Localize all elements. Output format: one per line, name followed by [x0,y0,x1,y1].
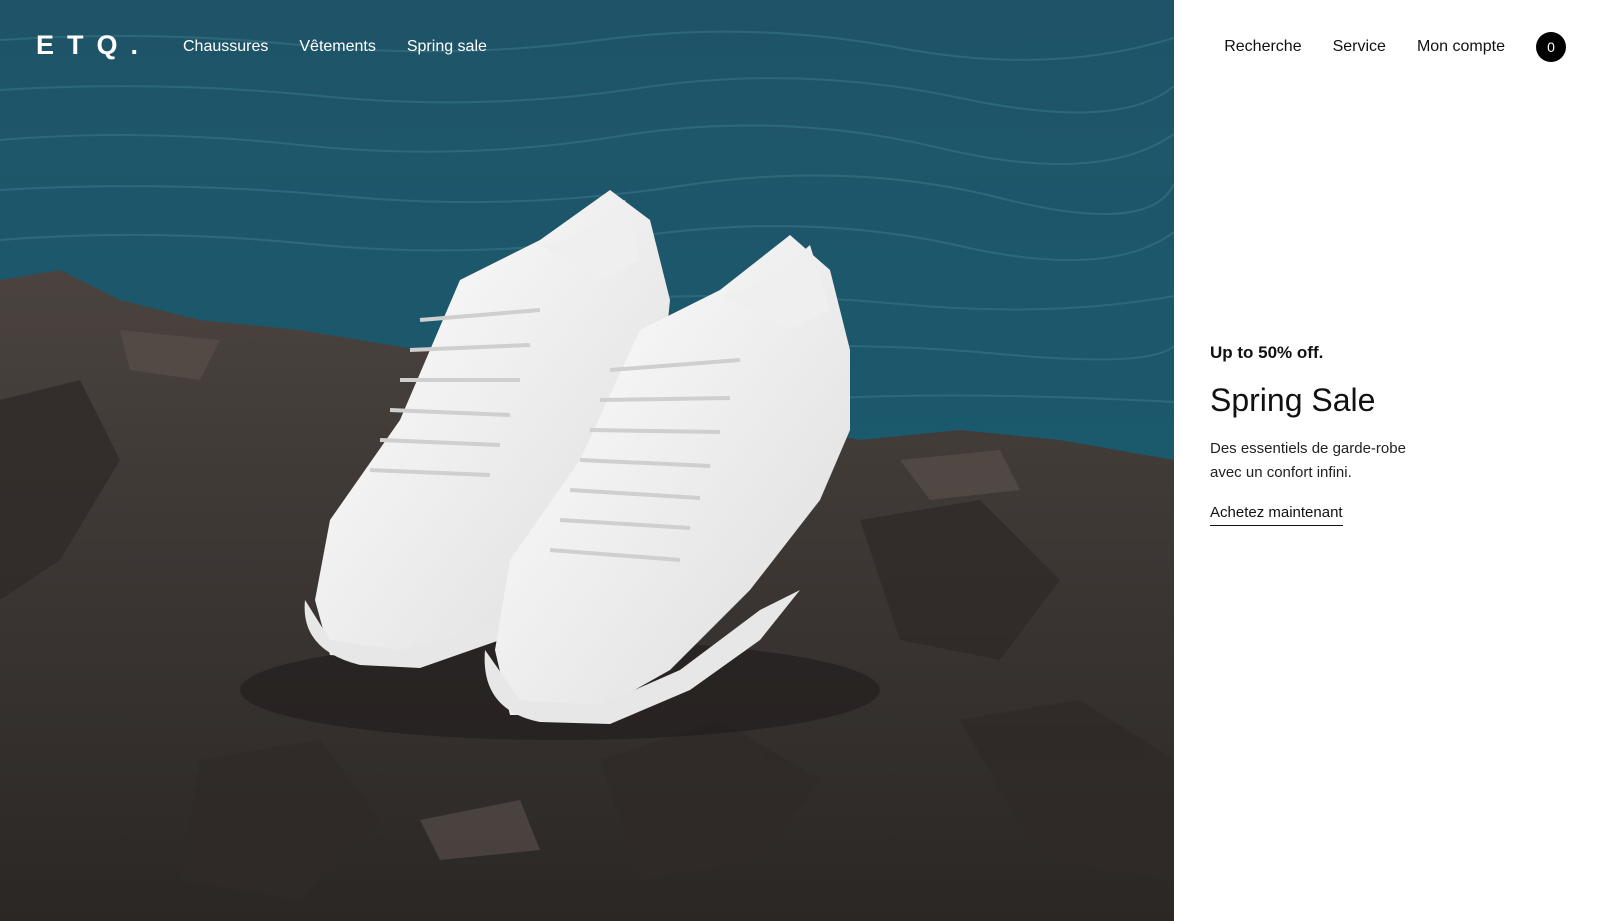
nav-item-spring-sale[interactable]: Spring sale [407,36,487,58]
search-link[interactable]: Recherche [1224,36,1301,58]
promo-title: Spring Sale [1210,382,1376,418]
main-nav: Chaussures Vêtements Spring sale [183,36,518,58]
account-link[interactable]: Mon compte [1417,36,1505,58]
promo-block: Up to 50% off. Spring Sale Des essentiel… [1210,342,1570,526]
nav-item-vetements[interactable]: Vêtements [299,36,375,58]
hero-image [0,0,1174,921]
cart-count-badge[interactable]: 0 [1536,32,1566,62]
service-link[interactable]: Service [1333,36,1386,58]
promo-panel: Recherche Service Mon compte 0 Up to 50%… [1174,0,1600,921]
utility-nav: Recherche Service Mon compte 0 [1224,30,1600,64]
promo-kicker: Up to 50% off. [1210,343,1324,362]
sneakers-photo [0,0,1174,921]
promo-description: Des essentiels de garde-robe avec un con… [1210,440,1406,481]
brand-logo[interactable]: ETQ. [36,30,151,60]
shop-now-link[interactable]: Achetez maintenant [1210,503,1343,526]
page: ETQ. Chaussures Vêtements Spring sale Re… [0,0,1600,921]
nav-item-chaussures[interactable]: Chaussures [183,36,268,58]
